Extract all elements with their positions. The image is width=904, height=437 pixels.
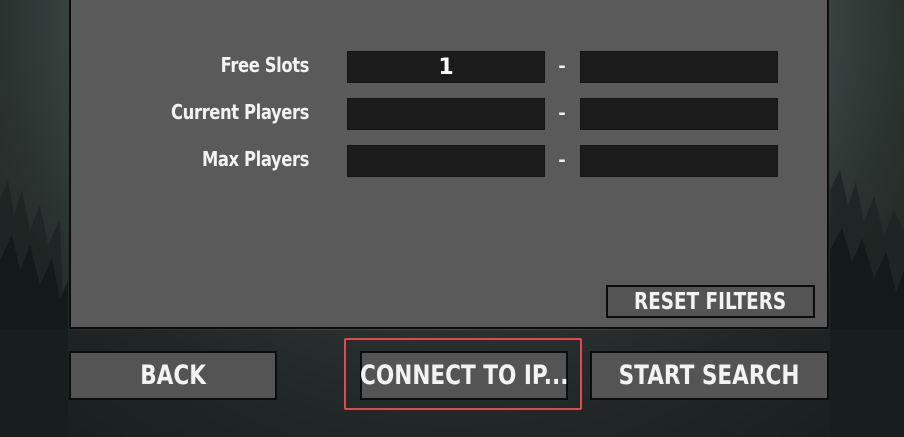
max-players-separator: - [558, 150, 566, 171]
max-players-min-field[interactable] [347, 145, 545, 177]
back-button[interactable]: BACK [69, 351, 277, 400]
max-players-max-field[interactable] [580, 145, 778, 177]
free-slots-separator: - [558, 56, 566, 77]
current-players-min-field[interactable] [347, 98, 545, 130]
connect-highlight-box [344, 338, 582, 410]
free-slots-label: Free Slots [220, 53, 310, 77]
filter-panel: Free Slots 1 - Current Players - Max Pla… [69, 0, 829, 329]
free-slots-label-wrap: Free Slots [71, 49, 310, 81]
free-slots-max-field[interactable] [580, 51, 778, 83]
max-players-label-wrap: Max Players [71, 143, 309, 175]
current-players-label: Current Players [171, 100, 309, 124]
current-players-max-field[interactable] [580, 98, 778, 130]
start-search-button[interactable]: START SEARCH [590, 351, 829, 400]
current-players-separator: - [558, 103, 566, 124]
start-search-label: START SEARCH [619, 360, 800, 391]
max-players-label: Max Players [201, 147, 309, 171]
current-players-label-wrap: Current Players [71, 96, 309, 128]
back-label: BACK [140, 360, 206, 391]
reset-filters-button[interactable]: RESET FILTERS [606, 285, 815, 318]
reset-filters-label: RESET FILTERS [634, 288, 787, 315]
free-slots-min-field[interactable]: 1 [347, 51, 545, 83]
